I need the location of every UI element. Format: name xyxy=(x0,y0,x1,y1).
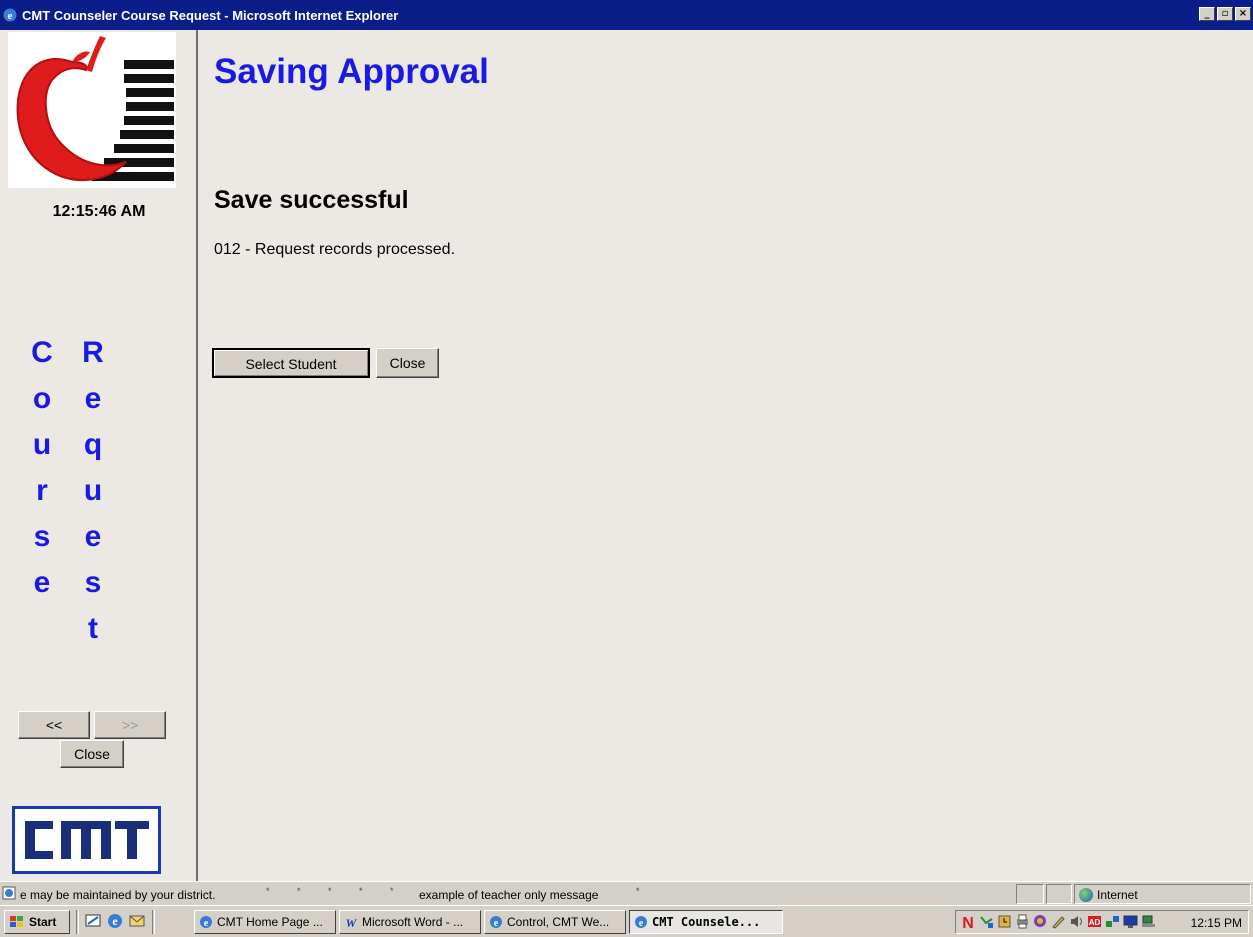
vertical-letter: s xyxy=(84,566,102,599)
vertical-letter: t xyxy=(88,612,98,645)
vertical-letter: q xyxy=(83,428,103,461)
connection-icon[interactable] xyxy=(1104,913,1121,930)
task-label: CMT Counsele... xyxy=(652,915,761,929)
page-icon xyxy=(2,886,16,900)
status-panel xyxy=(1046,884,1072,904)
security-zone: Internet xyxy=(1074,884,1251,904)
star-separator: * xyxy=(636,886,640,896)
apple-logo xyxy=(8,32,176,188)
sidebar-frame: 12:15:46 AM C o u r s e R e q u e s t <<… xyxy=(0,30,198,881)
internet-explorer-icon: e xyxy=(3,8,17,22)
taskbar: Start e e CMT Home Page ... W Microsoft … xyxy=(0,905,1253,937)
network-icon[interactable] xyxy=(978,913,995,930)
taskbar-item-control[interactable]: e Control, CMT We... xyxy=(484,910,626,934)
vertical-letter: e xyxy=(84,520,102,553)
svg-text:AD: AD xyxy=(1089,918,1101,927)
status-message-2: example of teacher only message xyxy=(419,888,599,902)
vertical-letter: u xyxy=(83,474,103,507)
monitor-icon[interactable] xyxy=(1122,913,1139,930)
vertical-letter: C xyxy=(31,336,53,369)
vertical-letter: R xyxy=(82,336,104,369)
cmt-logo xyxy=(12,806,161,874)
svg-text:e: e xyxy=(639,918,644,929)
status-panel xyxy=(1016,884,1044,904)
printer-icon[interactable] xyxy=(1014,913,1031,930)
computer-icon[interactable] xyxy=(1140,913,1157,930)
show-desktop-icon[interactable] xyxy=(84,912,102,930)
next-button[interactable]: >> xyxy=(94,711,166,739)
svg-text:e: e xyxy=(494,918,499,929)
browser-status-bar: e may be maintained by your district. * … xyxy=(0,881,1253,905)
svg-text:e: e xyxy=(8,10,13,22)
taskbar-separator xyxy=(76,910,79,934)
restore-icon[interactable]: ▫ xyxy=(1217,7,1233,21)
windows-flag-icon xyxy=(10,916,23,927)
status-heading: Save successful xyxy=(214,186,409,214)
taskbar-item-word[interactable]: W Microsoft Word - ... xyxy=(339,910,481,934)
apple-logo-graphic xyxy=(16,36,174,182)
norton-icon[interactable]: N xyxy=(960,913,977,930)
taskbar-separator xyxy=(152,910,155,934)
svg-text:e: e xyxy=(204,918,209,929)
internet-explorer-icon: e xyxy=(635,916,647,929)
internet-explorer-icon: e xyxy=(490,916,502,929)
system-tray: N AD 12:15 PM xyxy=(955,910,1249,934)
close-icon[interactable]: × xyxy=(1235,7,1251,21)
vertical-letter: s xyxy=(33,520,51,553)
internet-explorer-icon: e xyxy=(200,916,212,929)
scheduler-icon[interactable] xyxy=(996,913,1013,930)
select-student-button[interactable]: Select Student xyxy=(212,348,370,378)
speaker-icon[interactable] xyxy=(1068,913,1085,930)
taskbar-item-cmt-home[interactable]: e CMT Home Page ... xyxy=(194,910,336,934)
page-title: Saving Approval xyxy=(214,52,489,91)
outlook-icon[interactable] xyxy=(128,912,146,930)
globe-icon xyxy=(1079,888,1093,902)
star-separator: * xyxy=(359,886,363,896)
vertical-letter: e xyxy=(84,382,102,415)
word-icon: W xyxy=(346,916,358,929)
antivirus-icon[interactable] xyxy=(1032,913,1049,930)
acrobat-icon[interactable]: AD xyxy=(1086,913,1103,930)
taskbar-item-cmt-counseler[interactable]: e CMT Counsele... xyxy=(629,910,783,934)
star-separator: * xyxy=(328,886,332,896)
sidebar-close-button[interactable]: Close xyxy=(60,740,124,768)
window-title: CMT Counseler Course Request - Microsoft… xyxy=(22,8,399,23)
vertical-word-course: C o u r s e xyxy=(22,330,62,606)
vertical-letter: u xyxy=(32,428,52,461)
vertical-word-request: R e q u e s t xyxy=(73,330,113,652)
status-message: 012 - Request records processed. xyxy=(214,241,456,258)
task-label: Control, CMT We... xyxy=(507,915,610,929)
taskbar-clock: 12:15 PM xyxy=(1190,916,1242,930)
minimize-icon[interactable]: _ xyxy=(1199,7,1215,21)
task-label: CMT Home Page ... xyxy=(217,915,323,929)
vertical-letter: r xyxy=(36,474,48,507)
vertical-letter: o xyxy=(32,382,52,415)
svg-text:e: e xyxy=(112,914,118,928)
close-button[interactable]: Close xyxy=(376,348,439,378)
start-label: Start xyxy=(29,915,57,929)
zone-label: Internet xyxy=(1097,888,1138,902)
svg-text:W: W xyxy=(346,916,358,929)
window-title-bar[interactable]: e CMT Counseler Course Request - Microso… xyxy=(0,0,1253,30)
previous-button[interactable]: << xyxy=(18,711,90,739)
main-frame: Saving Approval Save successful 012 - Re… xyxy=(200,30,1253,881)
pencil-icon[interactable] xyxy=(1050,913,1067,930)
star-separator: * xyxy=(390,886,394,896)
status-text: e may be maintained by your district. xyxy=(20,888,216,902)
internet-explorer-icon[interactable]: e xyxy=(106,912,124,930)
svg-text:N: N xyxy=(962,915,974,930)
vertical-letter: e xyxy=(33,566,51,599)
star-separator: * xyxy=(266,886,270,896)
sidebar-clock: 12:15:46 AM xyxy=(52,203,146,220)
task-label: Microsoft Word - ... xyxy=(362,915,464,929)
start-button[interactable]: Start xyxy=(4,910,70,934)
cmt-logo-graphic xyxy=(25,821,149,859)
star-separator: * xyxy=(297,886,301,896)
